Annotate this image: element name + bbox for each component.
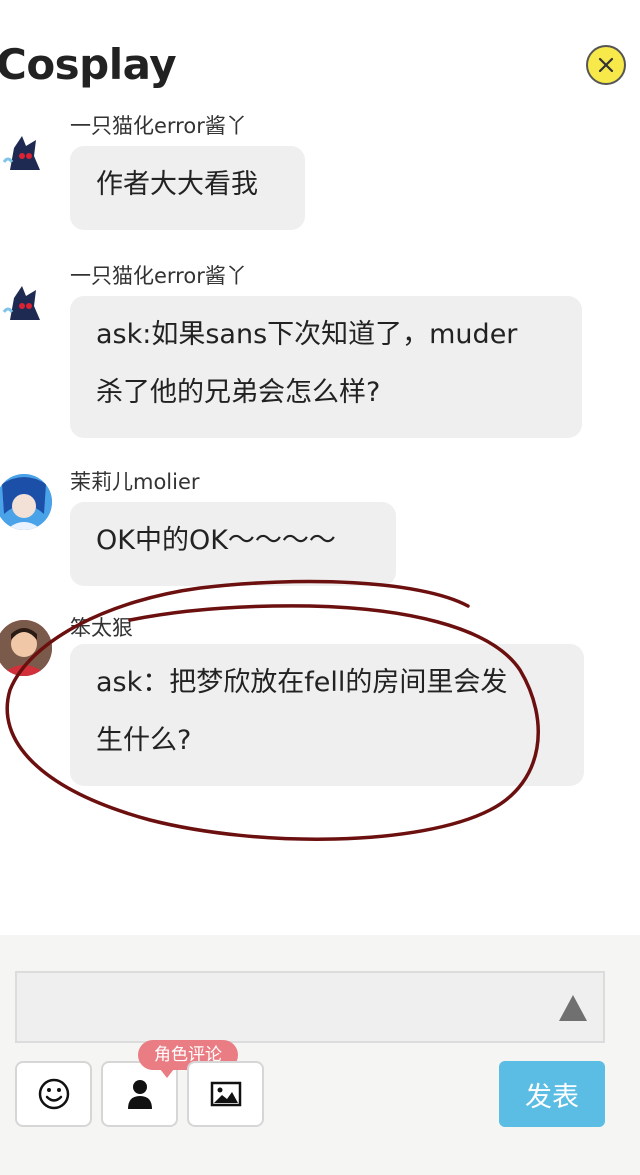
composer: 角色评论 发表 (0, 935, 640, 1175)
avatar[interactable] (0, 276, 52, 332)
message-text: OK中的OK～～～～ (96, 525, 336, 556)
image-icon (210, 1081, 241, 1107)
avatar[interactable] (0, 620, 52, 676)
person-icon (127, 1080, 152, 1109)
close-icon (598, 57, 614, 73)
comment-input[interactable] (15, 971, 605, 1043)
post-button[interactable]: 发表 (499, 1061, 605, 1127)
image-button[interactable] (187, 1061, 264, 1127)
message-bubble: ask：把梦欣放在fell的房间里会发 生什么? (70, 644, 584, 786)
message-bubble: ask:如果sans下次知道了，muder 杀了他的兄弟会怎么样? (70, 296, 582, 438)
message-text-line: ask:如果sans下次知道了，muder (96, 319, 518, 350)
message-bubble: OK中的OK～～～～ (70, 502, 396, 586)
emoji-button[interactable] (15, 1061, 92, 1127)
sender-name: 笨太狠 (70, 616, 133, 640)
close-button[interactable] (586, 45, 626, 85)
sender-name: 一只猫化error酱丫 (70, 264, 247, 288)
avatar[interactable] (0, 474, 52, 530)
avatar[interactable] (0, 126, 52, 182)
sender-name: 茉莉儿molier (70, 470, 200, 494)
smiley-icon (38, 1078, 69, 1110)
message-bubble: 作者大大看我 (70, 146, 305, 230)
message-text-line: ask：把梦欣放在fell的房间里会发 (96, 667, 508, 698)
message-text: 作者大大看我 (96, 169, 258, 200)
message-text-line: 杀了他的兄弟会怎么样? (96, 377, 381, 408)
sender-name: 一只猫化error酱丫 (70, 114, 247, 138)
expand-triangle-icon[interactable] (559, 995, 587, 1021)
message-text-line: 生什么? (96, 725, 192, 756)
page-title: Cosplay (0, 40, 177, 89)
